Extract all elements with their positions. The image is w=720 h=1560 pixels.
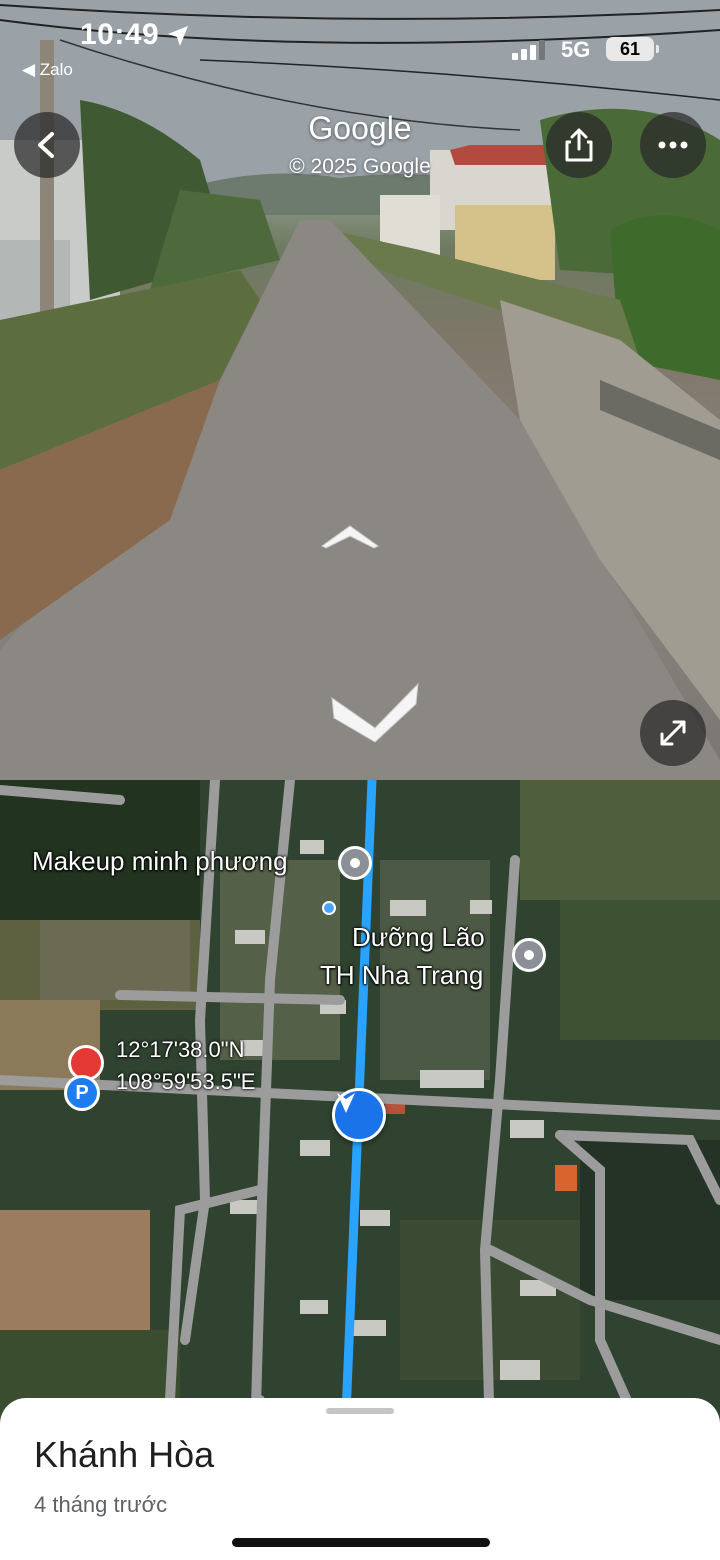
expand-diagonal-icon [660,720,686,746]
street-view-panorama[interactable]: 10:49 ◀ Zalo 5G 61 Google © 2025 Google [0,0,720,780]
back-to-app-link[interactable]: ◀ Zalo [22,60,73,80]
parking-icon[interactable]: P [64,1075,100,1111]
location-arrow-icon [168,26,188,46]
longitude-text: 108°59'53.5"E [116,1069,256,1094]
poi-label-duong-lao-line2[interactable]: TH Nha Trang [320,960,483,991]
share-button[interactable] [546,112,612,178]
more-horizontal-icon [658,141,688,149]
place-pin-icon[interactable] [512,938,546,972]
share-icon [565,128,593,162]
google-logo: Google [308,110,412,146]
poi-label-makeup[interactable]: Makeup minh phương [32,846,288,877]
place-pin-icon[interactable] [338,846,372,880]
copyright-text: © 2025 Google [289,155,431,178]
home-indicator[interactable] [232,1538,490,1547]
bottom-sheet[interactable]: Khánh Hòa 4 tháng trước [0,1398,720,1560]
move-backward-arrow[interactable] [330,680,420,746]
network-type: 5G [561,37,591,62]
cellular-signal-icon [512,40,545,60]
poi-dot[interactable] [322,901,336,915]
status-bar: 10:49 ◀ Zalo 5G 61 [0,0,720,90]
coordinates-label: 12°17'38.0"N 108°59'53.5"E [116,1034,255,1098]
sheet-drag-handle[interactable] [326,1408,394,1414]
capture-date-text: 4 tháng trước [34,1492,168,1517]
expand-button[interactable] [640,700,706,766]
navigation-arrow-icon [337,1093,355,1113]
street-view-position-marker[interactable] [332,1088,386,1142]
place-title: Khánh Hòa [34,1434,215,1475]
satellite-map[interactable]: Makeup minh phương Dưỡng Lão TH Nha Tran… [0,780,720,1440]
latitude-text: 12°17'38.0"N [116,1037,245,1062]
chevron-up-icon [321,525,379,549]
status-time: 10:49 [80,18,160,51]
back-app-label: Zalo [39,60,73,79]
move-forward-arrow[interactable] [318,520,382,550]
chevron-down-icon [331,682,419,743]
more-options-button[interactable] [640,112,706,178]
battery-indicator: 61 [606,37,659,61]
poi-label-duong-lao-line1[interactable]: Dưỡng Lão [352,922,485,953]
